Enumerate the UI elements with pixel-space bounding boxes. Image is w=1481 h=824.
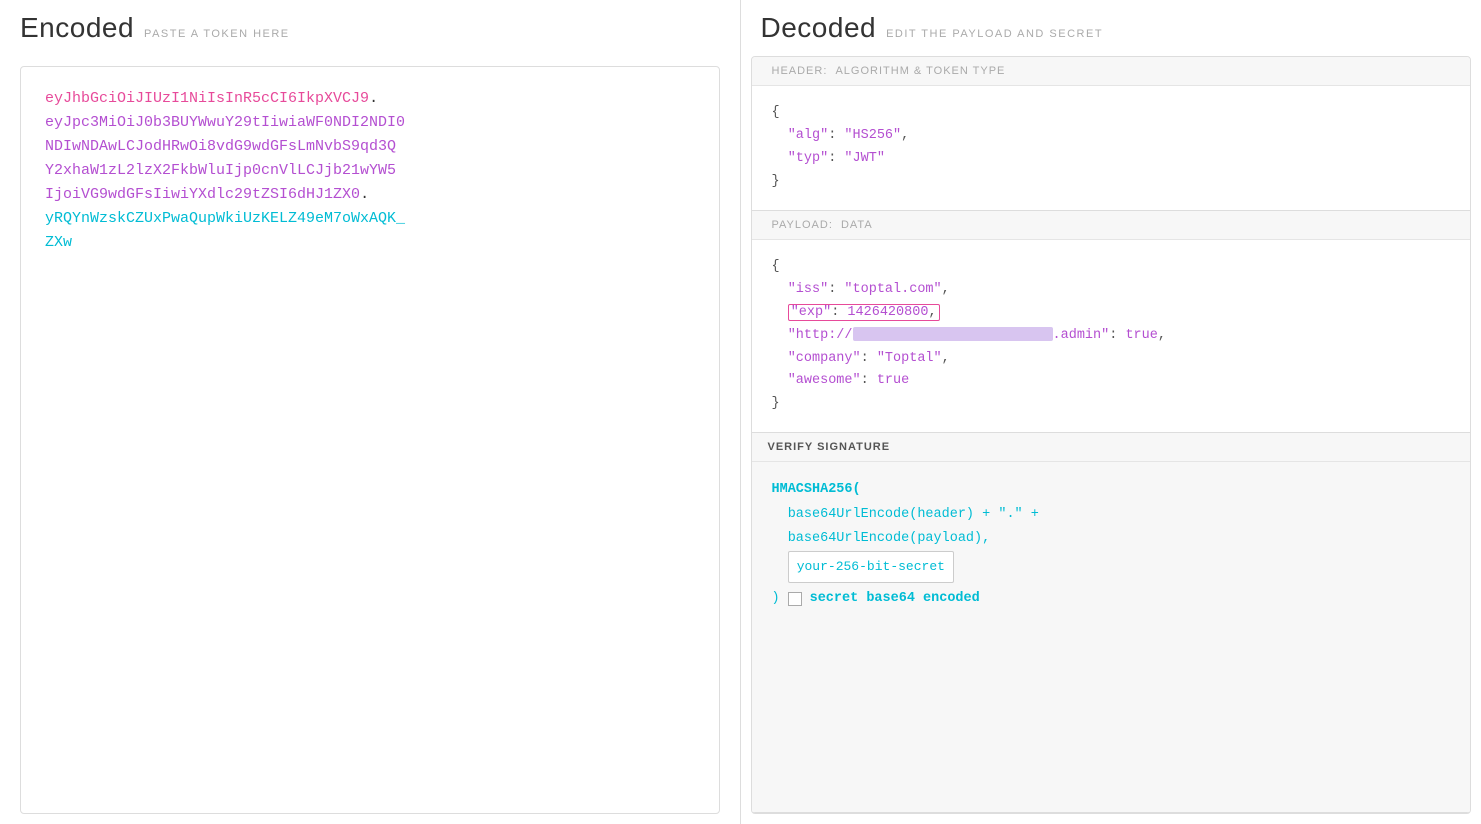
- payload-section: PAYLOAD: DATA { "iss": "toptal.com", "ex…: [752, 211, 1471, 434]
- left-panel: Encoded PASTE A TOKEN HERE eyJhbGciOiJIU…: [0, 0, 741, 824]
- token-dot1: .: [369, 90, 378, 107]
- secret-base64-row: ) secret base64 encoded: [772, 587, 1451, 611]
- payload-awesome-key: "awesome": [788, 373, 861, 388]
- payload-http-key: "http://: [788, 328, 853, 343]
- payload-awesome-value: true: [877, 373, 909, 388]
- header-section: HEADER: ALGORITHM & TOKEN TYPE { "alg": …: [752, 57, 1471, 211]
- verify-line1: base64UrlEncode(header) + "." +: [788, 507, 1039, 522]
- verify-closing: ): [772, 587, 780, 611]
- payload-open-brace: {: [772, 259, 780, 274]
- token-part2-line2: NDIwNDAwLCJodHRwOi8vdG9wdGFsLmNvbS9qd3Q: [45, 138, 396, 155]
- token-part2-line1: eyJpc3MiOiJ0b3BUYWwuY29tIiwiaWF0NDI2NDI0: [45, 114, 405, 131]
- verify-section-label: VERIFY SIGNATURE: [752, 433, 1471, 462]
- encoded-token-area[interactable]: eyJhbGciOiJIUzI1NiIsInR5cCI6IkpXVCJ9. ey…: [20, 66, 720, 814]
- encoded-subtitle: PASTE A TOKEN HERE: [144, 28, 290, 40]
- token-dot2: .: [360, 186, 369, 203]
- token-part2-line4: IjoiVG9wdGFsIiwiYXdlc29tZSI6dHJ1ZX0: [45, 186, 360, 203]
- token-part3-line1: yRQYnWzskCZUxPwaQupWkiUzKELZ49eM7oWxAQK_: [45, 210, 405, 227]
- encoded-header: Encoded PASTE A TOKEN HERE: [0, 0, 740, 56]
- verify-section: VERIFY SIGNATURE HMACSHA256( base64UrlEn…: [752, 433, 1471, 813]
- payload-exp-highlight: "exp": 1426420800,: [788, 304, 940, 321]
- secret-base64-checkbox[interactable]: [788, 592, 802, 606]
- secret-input[interactable]: your-256-bit-secret: [788, 551, 954, 582]
- header-typ-key: "typ": [788, 151, 829, 166]
- token-part3-line2: ZXw: [45, 234, 72, 251]
- payload-redacted: [853, 327, 1053, 341]
- payload-close-brace: }: [772, 396, 780, 411]
- main-layout: Encoded PASTE A TOKEN HERE eyJhbGciOiJIU…: [0, 0, 1481, 824]
- encoded-title: Encoded: [20, 12, 134, 44]
- header-open-brace: {: [772, 105, 780, 120]
- verify-func: HMACSHA256(: [772, 482, 861, 497]
- decoded-sections: HEADER: ALGORITHM & TOKEN TYPE { "alg": …: [751, 56, 1472, 814]
- payload-exp-value: 1426420800: [847, 305, 928, 320]
- header-section-label: HEADER: ALGORITHM & TOKEN TYPE: [752, 57, 1471, 86]
- payload-exp-key: "exp": [791, 305, 832, 320]
- secret-base64-label: secret base64 encoded: [810, 587, 980, 611]
- decoded-header: Decoded EDIT THE PAYLOAD AND SECRET: [741, 0, 1481, 56]
- payload-company-value: "Toptal": [877, 351, 942, 366]
- token-part1: eyJhbGciOiJIUzI1NiIsInR5cCI6IkpXVCJ9: [45, 90, 369, 107]
- payload-iss-key: "iss": [788, 282, 829, 297]
- verify-line2: base64UrlEncode(payload),: [788, 531, 991, 546]
- decoded-title: Decoded: [761, 12, 877, 44]
- token-part2-line3: Y2xhaW1zL2lzX2FkbWluIjp0cnVlLCJjb21wYW5: [45, 162, 396, 179]
- header-alg-key: "alg": [788, 128, 829, 143]
- payload-admin-value: true: [1125, 328, 1157, 343]
- header-typ-value: "JWT": [844, 151, 885, 166]
- verify-section-content: HMACSHA256( base64UrlEncode(header) + ".…: [752, 462, 1471, 627]
- header-alg-value: "HS256": [844, 128, 901, 143]
- header-close-brace: }: [772, 174, 780, 189]
- payload-iss-value: "toptal.com": [844, 282, 941, 297]
- header-section-content[interactable]: { "alg": "HS256", "typ": "JWT" }: [752, 86, 1471, 210]
- payload-company-key: "company": [788, 351, 861, 366]
- payload-section-content[interactable]: { "iss": "toptal.com", "exp": 1426420800…: [752, 240, 1471, 433]
- decoded-subtitle: EDIT THE PAYLOAD AND SECRET: [886, 28, 1103, 40]
- right-panel: Decoded EDIT THE PAYLOAD AND SECRET HEAD…: [741, 0, 1481, 824]
- payload-section-label: PAYLOAD: DATA: [752, 211, 1471, 240]
